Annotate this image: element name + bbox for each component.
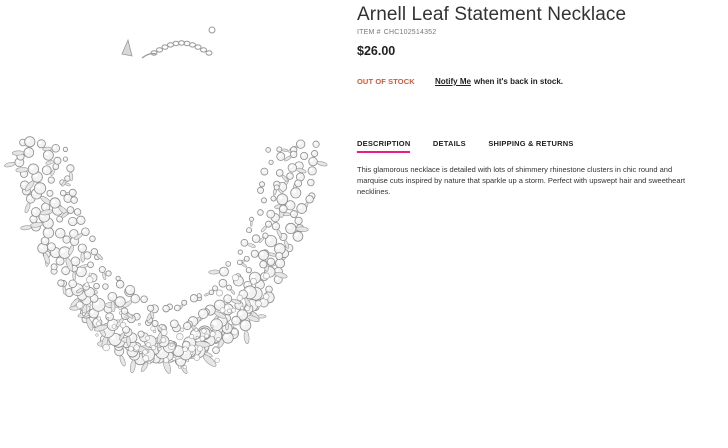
item-number-value: CHC102514352 [383, 29, 437, 36]
notify-me-link[interactable]: Notify Me [435, 77, 471, 86]
tab-shipping-returns[interactable]: SHIPPING & RETURNS [488, 139, 573, 152]
stock-row: OUT OF STOCK Notify Me when it's back in … [357, 77, 563, 86]
product-title: Arnell Leaf Statement Necklace [357, 4, 627, 25]
item-number: ITEM # CHC102514352 [357, 29, 436, 36]
price: $26.00 [357, 44, 396, 58]
stock-status: OUT OF STOCK [357, 77, 415, 86]
tab-description[interactable]: DESCRIPTION [357, 139, 411, 153]
product-description: This glamorous necklace is detailed with… [357, 164, 686, 196]
notify-me-text: when it's back in stock. [473, 77, 564, 86]
product-image[interactable] [0, 0, 336, 448]
item-number-label: ITEM # [357, 29, 381, 36]
product-tabs: DESCRIPTION DETAILS SHIPPING & RETURNS [357, 133, 592, 153]
necklace-image [4, 26, 328, 374]
tab-details[interactable]: DETAILS [433, 139, 466, 152]
